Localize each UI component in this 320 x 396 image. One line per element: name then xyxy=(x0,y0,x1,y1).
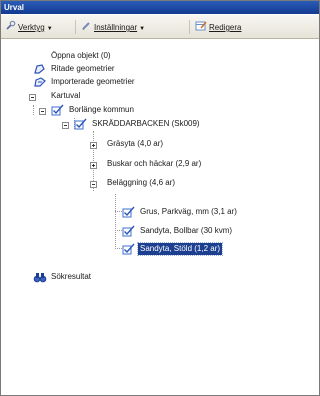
edit-label: Redigera xyxy=(209,23,242,33)
settings-menu-label: Inställningar xyxy=(94,23,138,33)
tree-connector xyxy=(115,230,122,231)
tree-connector xyxy=(33,105,34,115)
toolbar-separator xyxy=(75,20,76,34)
chevron-down-icon: ▼ xyxy=(46,26,53,33)
chevron-down-icon: ▼ xyxy=(139,26,146,33)
panel-title: Urval xyxy=(1,1,319,14)
geometry-icon xyxy=(33,63,47,75)
collapse-toggle[interactable] xyxy=(39,108,46,115)
binoculars-icon xyxy=(33,271,47,283)
settings-menu-button[interactable]: Inställningar ▼ xyxy=(81,20,145,34)
edit-table-icon xyxy=(195,20,207,36)
checkbox-checked-icon xyxy=(74,118,88,130)
checkbox-checked-icon xyxy=(51,104,65,116)
tools-menu-button[interactable]: Verktyg ▼ xyxy=(5,20,53,34)
collapse-toggle[interactable] xyxy=(90,181,97,188)
wrench-icon xyxy=(5,20,16,36)
expand-toggle[interactable] xyxy=(90,162,97,169)
tools-menu-label: Verktyg xyxy=(18,23,45,33)
checkbox-checked-icon xyxy=(122,243,136,255)
pencil-icon xyxy=(81,20,92,36)
geometry-icon xyxy=(33,76,47,88)
blank-icon xyxy=(33,90,47,102)
tree-connector xyxy=(115,248,122,249)
expand-toggle[interactable] xyxy=(90,142,97,149)
selection-panel: Urval Verktyg ▼ Inställningar ▼ Redigera… xyxy=(0,0,320,396)
collapse-toggle[interactable] xyxy=(62,122,69,129)
selection-tree: Öppna objekt (0) Ritade geometrier Impor… xyxy=(1,41,319,393)
tree-connector xyxy=(115,194,116,249)
checkbox-checked-icon xyxy=(122,206,136,218)
blank-icon xyxy=(33,50,47,62)
toolbar-separator xyxy=(189,20,190,34)
checkbox-checked-icon xyxy=(122,225,136,237)
edit-button[interactable]: Redigera xyxy=(195,20,241,34)
tree-connector xyxy=(115,211,122,212)
toolbar: Verktyg ▼ Inställningar ▼ Redigera xyxy=(1,15,319,39)
